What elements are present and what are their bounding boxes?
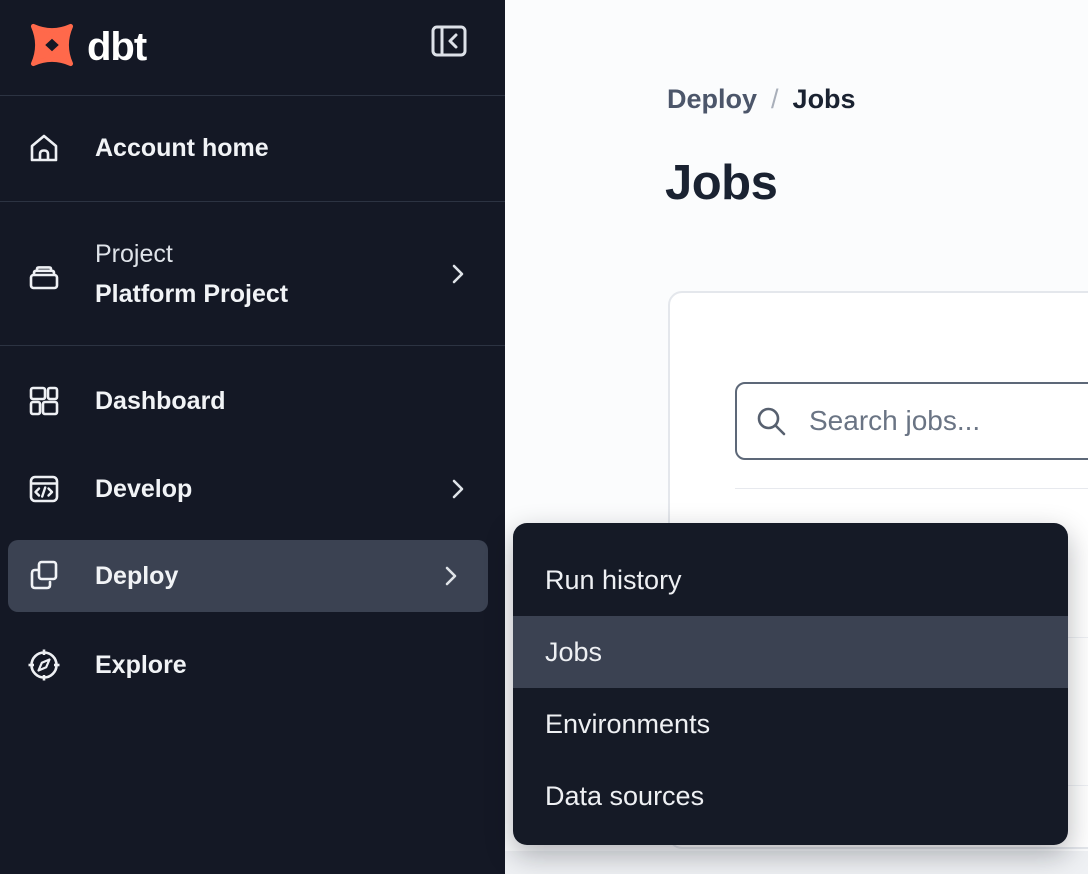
breadcrumb: Deploy / Jobs	[667, 84, 856, 115]
flyout-item-run-history[interactable]: Run history	[513, 544, 1068, 616]
sidebar-item-label: Dashboard	[95, 387, 226, 416]
sidebar-item-label: Explore	[95, 651, 187, 680]
flyout-item-data-sources[interactable]: Data sources	[513, 760, 1068, 832]
sidebar-item-develop[interactable]: Develop	[0, 446, 505, 532]
sidebar-item-deploy[interactable]: Deploy	[8, 540, 488, 612]
flyout-item-environments[interactable]: Environments	[513, 688, 1068, 760]
page-title: Jobs	[665, 155, 777, 211]
sidebar-item-label: Develop	[95, 475, 192, 504]
breadcrumb-separator: /	[771, 84, 779, 115]
dashboard-grid-icon	[26, 383, 62, 419]
breadcrumb-current: Jobs	[793, 84, 856, 115]
chevron-right-icon	[451, 479, 465, 499]
project-label: Project	[95, 234, 288, 274]
breadcrumb-parent[interactable]: Deploy	[667, 84, 757, 115]
sidebar-item-account-home[interactable]: Account home	[0, 96, 505, 201]
flyout-item-jobs[interactable]: Jobs	[513, 616, 1068, 688]
sidebar-item-project[interactable]: Project Platform Project	[0, 202, 505, 345]
compass-icon	[26, 647, 62, 683]
dbt-logo-icon	[26, 19, 78, 76]
project-text: Project Platform Project	[95, 234, 288, 314]
search-jobs-input[interactable]	[735, 382, 1088, 460]
sidebar-item-explore[interactable]: Explore	[0, 622, 505, 708]
divider	[0, 345, 505, 346]
dbt-logo-text: dbt	[87, 25, 146, 70]
sidebar-header: dbt	[0, 0, 505, 95]
sidebar-item-label: Deploy	[95, 562, 178, 591]
chevron-right-icon	[444, 566, 458, 586]
flyout-item-label: Environments	[545, 709, 710, 740]
deploy-flyout-menu: Run history Jobs Environments Data sourc…	[513, 523, 1068, 845]
collapse-sidebar-icon	[430, 23, 468, 59]
search-wrap	[735, 382, 1088, 460]
page-background-strip	[505, 851, 1088, 874]
sidebar-item-dashboard[interactable]: Dashboard	[0, 358, 505, 444]
flyout-item-label: Jobs	[545, 637, 602, 668]
sidebar-collapse-button[interactable]	[429, 22, 469, 60]
overlap-squares-icon	[26, 558, 62, 594]
flyout-item-label: Data sources	[545, 781, 704, 812]
code-window-icon	[26, 471, 62, 507]
project-name: Platform Project	[95, 274, 288, 314]
home-icon	[26, 131, 62, 167]
divider	[735, 488, 1088, 489]
flyout-item-label: Run history	[545, 565, 682, 596]
sidebar-item-label: Account home	[95, 134, 269, 163]
sidebar: dbt Account home Project Platform Projec…	[0, 0, 505, 874]
chevron-right-icon	[451, 264, 465, 284]
project-stack-icon	[26, 256, 62, 292]
